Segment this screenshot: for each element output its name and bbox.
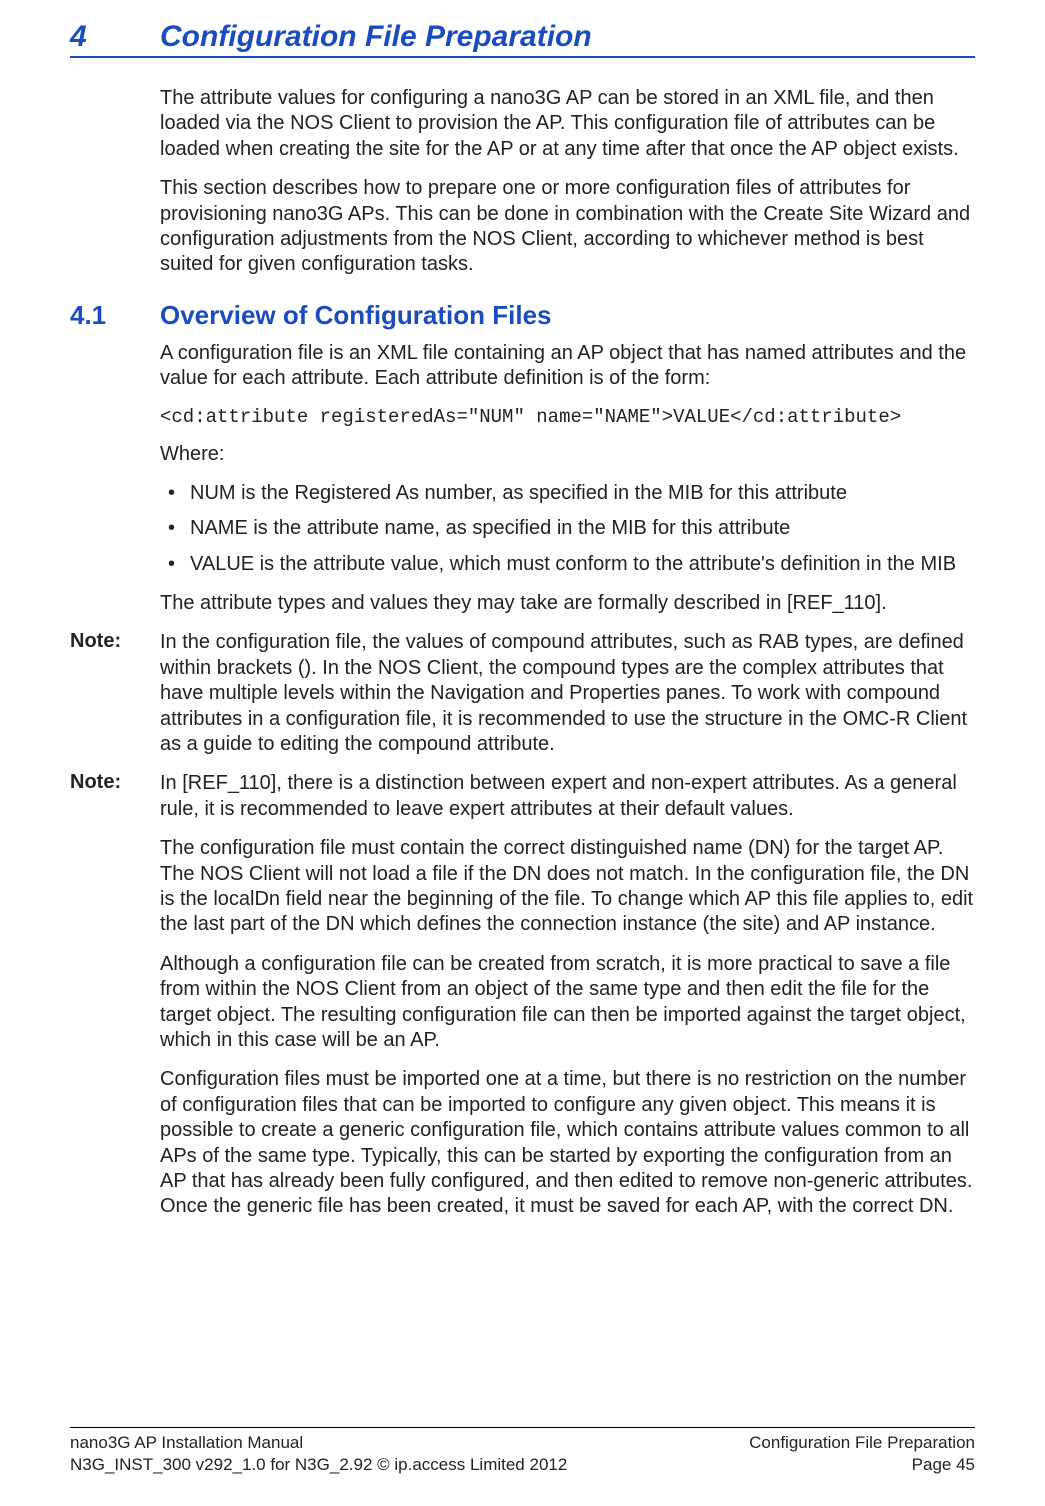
section-para-4: Although a configuration file can be cre… <box>160 952 975 1054</box>
chapter-title: Configuration File Preparation <box>160 20 592 54</box>
note-text: In [REF_110], there is a distinction bet… <box>160 771 975 822</box>
note-2: Note: In [REF_110], there is a distincti… <box>70 771 975 822</box>
bullet-list: • NUM is the Registered As number, as sp… <box>160 481 975 577</box>
bullet-icon: • <box>160 481 190 506</box>
section-para-1: A configuration file is an XML file cont… <box>160 341 975 392</box>
section-title: Overview of Configuration Files <box>160 300 552 331</box>
intro-para-1: The attribute values for configuring a n… <box>160 86 975 162</box>
note-text: In the configuration file, the values of… <box>160 630 975 757</box>
bullet-icon: • <box>160 552 190 577</box>
list-item: • NUM is the Registered As number, as sp… <box>160 481 975 506</box>
bullet-text: VALUE is the attribute value, which must… <box>190 552 956 577</box>
bullet-icon: • <box>160 516 190 541</box>
note-label: Note: <box>70 771 160 822</box>
bullet-text: NUM is the Registered As number, as spec… <box>190 481 847 506</box>
note-1: Note: In the configuration file, the val… <box>70 630 975 757</box>
section-para-2: The attribute types and values they may … <box>160 591 975 616</box>
intro-para-2: This section describes how to prepare on… <box>160 176 975 278</box>
list-item: • VALUE is the attribute value, which mu… <box>160 552 975 577</box>
page-footer: nano3G AP Installation Manual N3G_INST_3… <box>70 1427 975 1476</box>
footer-doc-title: nano3G AP Installation Manual <box>70 1432 567 1454</box>
code-sample: <cd:attribute registeredAs="NUM" name="N… <box>160 406 975 428</box>
section-para-5: Configuration files must be imported one… <box>160 1067 975 1219</box>
footer-left: nano3G AP Installation Manual N3G_INST_3… <box>70 1432 567 1476</box>
footer-right: Configuration File Preparation Page 45 <box>749 1432 975 1476</box>
footer-page-number: Page 45 <box>749 1454 975 1476</box>
footer-section-name: Configuration File Preparation <box>749 1432 975 1454</box>
list-item: • NAME is the attribute name, as specifi… <box>160 516 975 541</box>
section-number: 4.1 <box>70 300 160 331</box>
chapter-number: 4 <box>70 20 160 54</box>
footer-doc-version: N3G_INST_300 v292_1.0 for N3G_2.92 © ip.… <box>70 1454 567 1476</box>
chapter-header: 4 Configuration File Preparation <box>70 20 975 58</box>
section-para-3: The configuration file must contain the … <box>160 836 975 938</box>
note-label: Note: <box>70 630 160 757</box>
section-header: 4.1 Overview of Configuration Files <box>70 300 975 331</box>
bullet-text: NAME is the attribute name, as specified… <box>190 516 790 541</box>
where-label: Where: <box>160 442 975 467</box>
